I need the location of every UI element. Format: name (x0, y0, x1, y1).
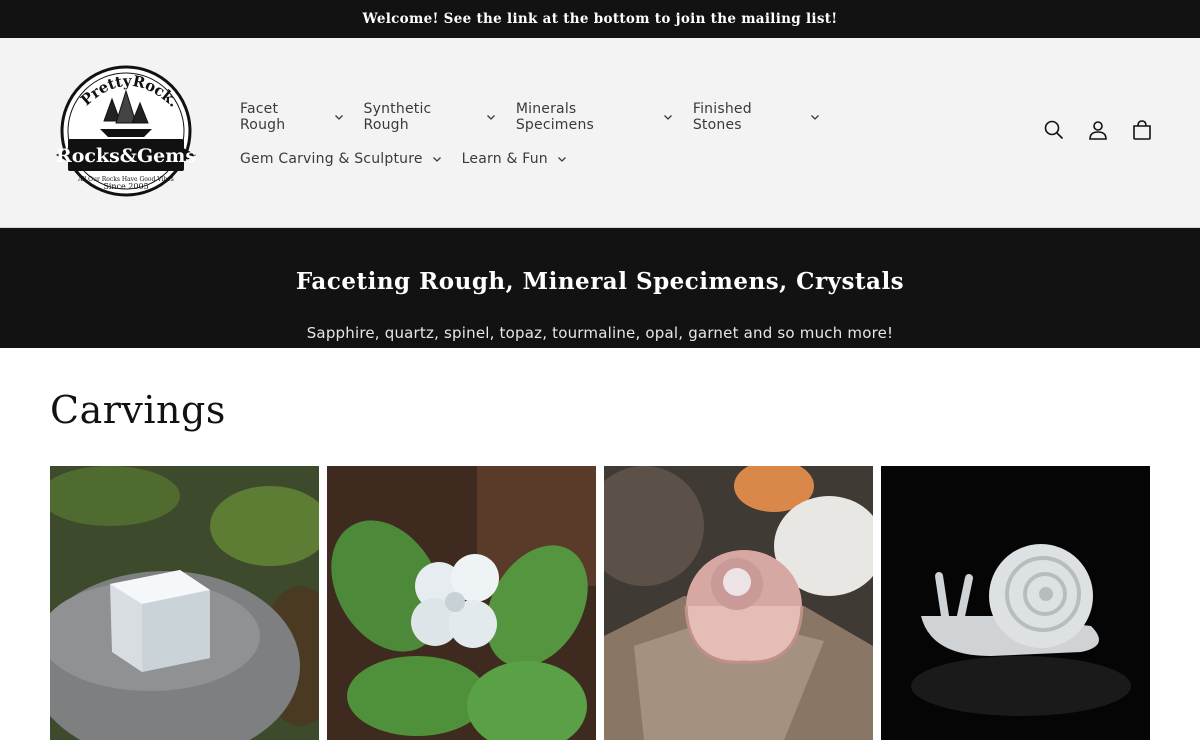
cart-icon[interactable] (1130, 118, 1154, 142)
chevron-down-icon (334, 112, 344, 122)
search-icon[interactable] (1042, 118, 1066, 142)
logo-banner-text: Rocks&Gems (56, 145, 196, 167)
quartz-cube-carving-image (50, 466, 319, 740)
banner-title: Faceting Rough, Mineral Specimens, Cryst… (295, 268, 905, 295)
hero-banner: Faceting Rough, Mineral Specimens, Cryst… (0, 228, 1200, 348)
product-grid (50, 466, 1150, 740)
nav-item-label: Gem Carving & Sculpture (240, 151, 423, 167)
nav-item-minerals-specimens[interactable]: Minerals Specimens (516, 101, 673, 133)
collection-title: Carvings (50, 388, 226, 432)
nav-item-label: Facet Rough (240, 101, 286, 133)
nav-item-facet-rough[interactable]: Facet Rough (240, 101, 344, 133)
product-card[interactable] (327, 466, 596, 740)
collection-section: Carvings (0, 388, 1200, 740)
banner-subtitle: Sapphire, quartz, spinel, topaz, tourmal… (306, 324, 894, 342)
nav-item-label: Learn & Fun (461, 151, 548, 167)
logo-since: Since 2005 (103, 182, 148, 191)
product-card[interactable] (881, 466, 1150, 740)
product-card[interactable] (50, 466, 319, 740)
nav-item-label: Synthetic Rough (363, 101, 432, 133)
nav-item-label: Finished Stones (692, 101, 752, 133)
nav-item-label: Minerals Specimens (515, 101, 595, 133)
nav-row-2: Gem Carving & Sculpture Learn & Fun (240, 138, 840, 180)
announcement-text: Welcome! See the link at the bottom to j… (362, 11, 838, 27)
chevron-down-icon (810, 112, 820, 122)
chevron-down-icon (486, 112, 496, 122)
header-icons (1042, 118, 1154, 142)
chevron-down-icon (557, 154, 567, 164)
account-icon[interactable] (1086, 118, 1110, 142)
nav-item-synthetic-rough[interactable]: Synthetic Rough (364, 101, 496, 133)
nav-item-finished-stones[interactable]: Finished Stones (693, 101, 820, 133)
site-logo[interactable]: PrettyRock.com Rocks&Gems All Our Rocks … (46, 49, 198, 241)
nav-item-learn-fun[interactable]: Learn & Fun (462, 151, 567, 167)
announcement-bar: Welcome! See the link at the bottom to j… (0, 0, 1200, 38)
pink-agate-shell-carving-image (604, 466, 873, 740)
main-nav: Facet Rough Synthetic Rough Minerals Spe… (240, 96, 840, 180)
nav-item-gem-carving[interactable]: Gem Carving & Sculpture (240, 151, 442, 167)
nav-row-1: Facet Rough Synthetic Rough Minerals Spe… (240, 96, 840, 138)
product-card[interactable] (604, 466, 873, 740)
quartz-clover-carving-image (327, 466, 596, 740)
chevron-down-icon (432, 154, 442, 164)
chevron-down-icon (663, 112, 673, 122)
quartz-snail-carving-image (881, 466, 1150, 740)
logo-image: PrettyRock.com Rocks&Gems All Our Rocks … (46, 49, 196, 197)
site-header: PrettyRock.com Rocks&Gems All Our Rocks … (0, 38, 1200, 228)
